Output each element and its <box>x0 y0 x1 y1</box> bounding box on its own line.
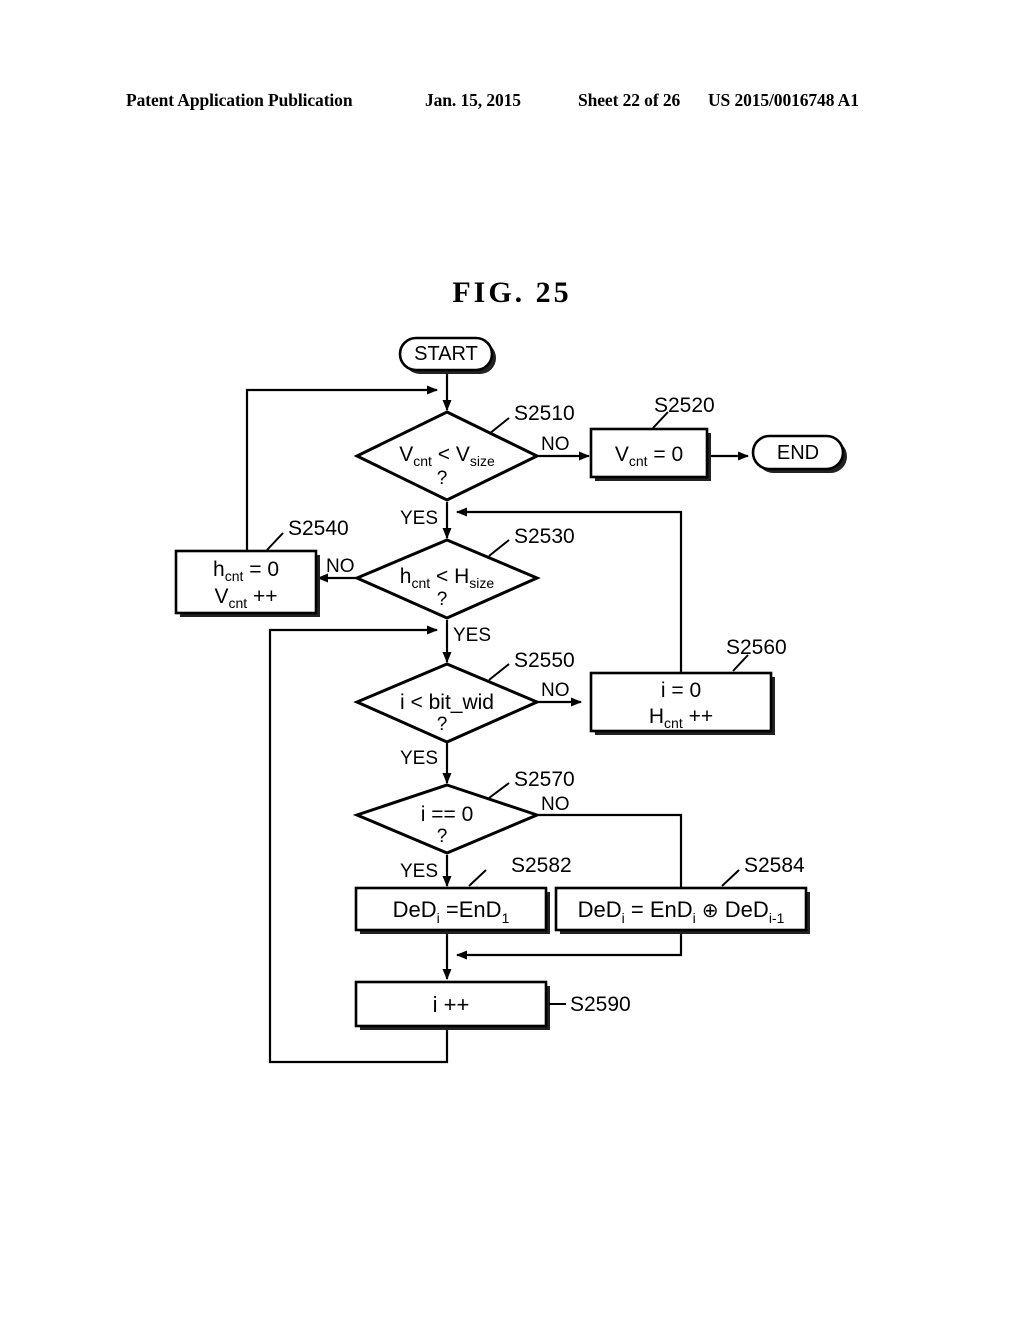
terminator-start-label: START <box>414 343 478 365</box>
decision-s2530-question: ? <box>437 589 448 610</box>
decision-s2510-question: ? <box>437 468 448 489</box>
branch-label-s2510-yes: YES <box>400 508 438 529</box>
branch-label-s2570-yes: YES <box>400 861 438 882</box>
tag-s2510-leader <box>488 417 510 435</box>
branch-label-s2530-no: NO <box>326 556 355 577</box>
tag-s2550: S2550 <box>514 649 575 672</box>
process-s2584-label: DeDi = EnDi ⊕ DeDi-1 <box>578 897 785 926</box>
branch-label-s2550-no: NO <box>541 680 570 701</box>
tag-s2560: S2560 <box>726 636 787 659</box>
flowchart-diagram: START END Vcnt < Vsize ? S2510 Vcnt = 0 … <box>0 0 1024 1320</box>
process-s2590: i ++ <box>354 980 550 1030</box>
terminator-end: END <box>751 434 847 473</box>
tag-s2570: S2570 <box>514 768 575 791</box>
decision-s2570-label: i == 0 <box>421 803 474 826</box>
decision-s2570-question: ? <box>437 826 448 847</box>
decision-s2550-question: ? <box>437 714 448 735</box>
decision-s2510: Vcnt < Vsize ? <box>353 410 541 502</box>
tag-s2530-leader <box>488 539 510 557</box>
process-s2520-label: Vcnt = 0 <box>615 443 683 469</box>
tag-s2582-leader <box>468 869 487 887</box>
branch-label-s2510-no: NO <box>541 434 570 455</box>
decision-s2570: i == 0 ? <box>352 783 542 855</box>
process-s2582: DeDi =EnD1 <box>354 886 550 934</box>
tag-s2520: S2520 <box>654 394 715 417</box>
tag-s2540: S2540 <box>288 517 349 540</box>
tag-s2510: S2510 <box>514 402 575 425</box>
process-s2540-line1: hcnt = 0 <box>213 558 279 584</box>
branch-label-s2550-yes: YES <box>400 748 438 769</box>
process-s2582-label: DeDi =EnD1 <box>393 897 510 926</box>
tag-s2584: S2584 <box>744 854 805 877</box>
process-s2560-line1: i = 0 <box>661 679 701 702</box>
process-s2520: Vcnt = 0 <box>589 427 711 481</box>
branch-label-s2530-yes: YES <box>453 625 491 646</box>
terminator-end-label: END <box>777 442 819 464</box>
branch-label-s2570-no: NO <box>541 794 570 815</box>
process-s2584: DeDi = EnDi ⊕ DeDi-1 <box>554 886 810 934</box>
tag-s2570-leader <box>488 782 510 799</box>
tag-s2550-leader <box>488 663 510 681</box>
terminator-start: START <box>398 336 496 374</box>
process-s2540: hcnt = 0 Vcnt ++ <box>174 549 320 617</box>
tag-s2584-leader <box>721 869 740 887</box>
tag-s2530: S2530 <box>514 525 575 548</box>
connector-s2570-no-to-s2584 <box>535 813 683 890</box>
process-s2560: i = 0 Hcnt ++ <box>589 671 775 735</box>
tag-s2540-leader <box>266 532 284 551</box>
decision-s2550-label: i < bit_wid <box>400 691 494 714</box>
process-s2590-label: i ++ <box>433 992 470 1017</box>
decision-s2530: hcnt < Hsize ? <box>353 538 541 620</box>
decision-s2550: i < bit_wid ? <box>353 662 541 744</box>
tag-s2582: S2582 <box>511 854 572 877</box>
tag-s2590: S2590 <box>570 993 631 1016</box>
